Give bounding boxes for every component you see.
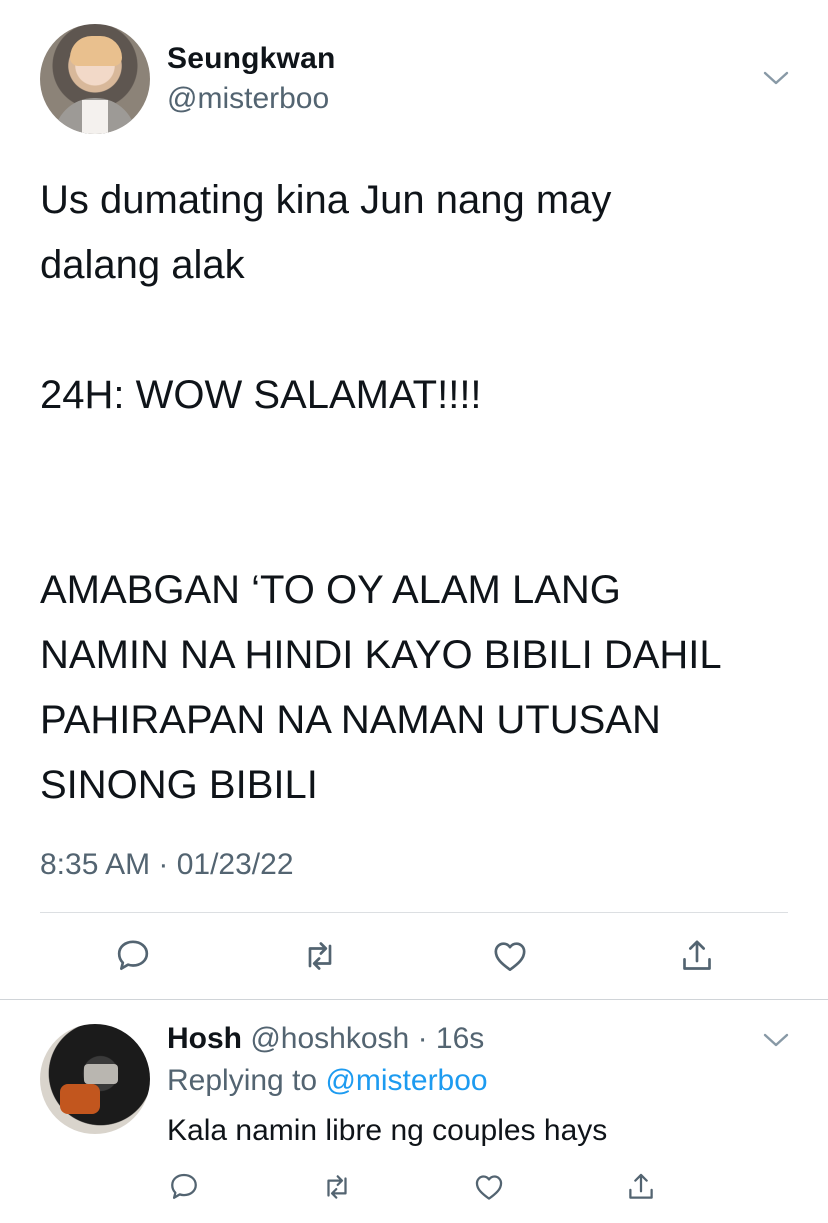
meta-separator: · — [409, 1022, 436, 1055]
reply-icon[interactable] — [113, 936, 153, 976]
reply-author-avatar[interactable] — [40, 1024, 150, 1134]
reply-author-handle[interactable]: @hoshkosh — [250, 1022, 409, 1055]
share-icon[interactable] — [677, 936, 717, 976]
reply-text: Kala namin libre ng couples hays — [167, 1114, 608, 1147]
chevron-down-icon[interactable] — [762, 1030, 790, 1050]
chevron-down-icon[interactable] — [762, 68, 790, 88]
retweet-icon[interactable] — [320, 1170, 354, 1204]
retweet-icon[interactable] — [300, 936, 340, 976]
reply-author-name[interactable]: Hosh — [167, 1022, 242, 1055]
main-tweet: Seungkwan @misterboo Us dumating kina Ju… — [0, 0, 828, 1000]
replying-prefix: Replying to — [167, 1064, 326, 1097]
author-avatar[interactable] — [40, 24, 150, 134]
tweet-text: Us dumating kina Jun nang may dalang ala… — [40, 178, 722, 807]
like-icon[interactable] — [472, 1170, 506, 1204]
like-icon[interactable] — [490, 936, 530, 976]
reply-icon[interactable] — [167, 1170, 201, 1204]
reply-header: Hosh @hoshkosh · 16s — [167, 1022, 484, 1056]
author-handle[interactable]: @misterboo — [167, 82, 329, 116]
share-icon[interactable] — [624, 1170, 658, 1204]
reply-tweet[interactable]: Hosh @hoshkosh · 16s Replying to @mister… — [0, 1000, 828, 1223]
tweet-timestamp[interactable]: 8:35 AM · 01/23/22 — [40, 848, 294, 882]
divider — [40, 912, 788, 913]
author-name[interactable]: Seungkwan — [167, 42, 336, 76]
replying-to: Replying to @misterboo — [167, 1064, 488, 1098]
replying-handle-link[interactable]: @misterboo — [325, 1064, 487, 1097]
reply-age: 16s — [435, 1022, 485, 1055]
